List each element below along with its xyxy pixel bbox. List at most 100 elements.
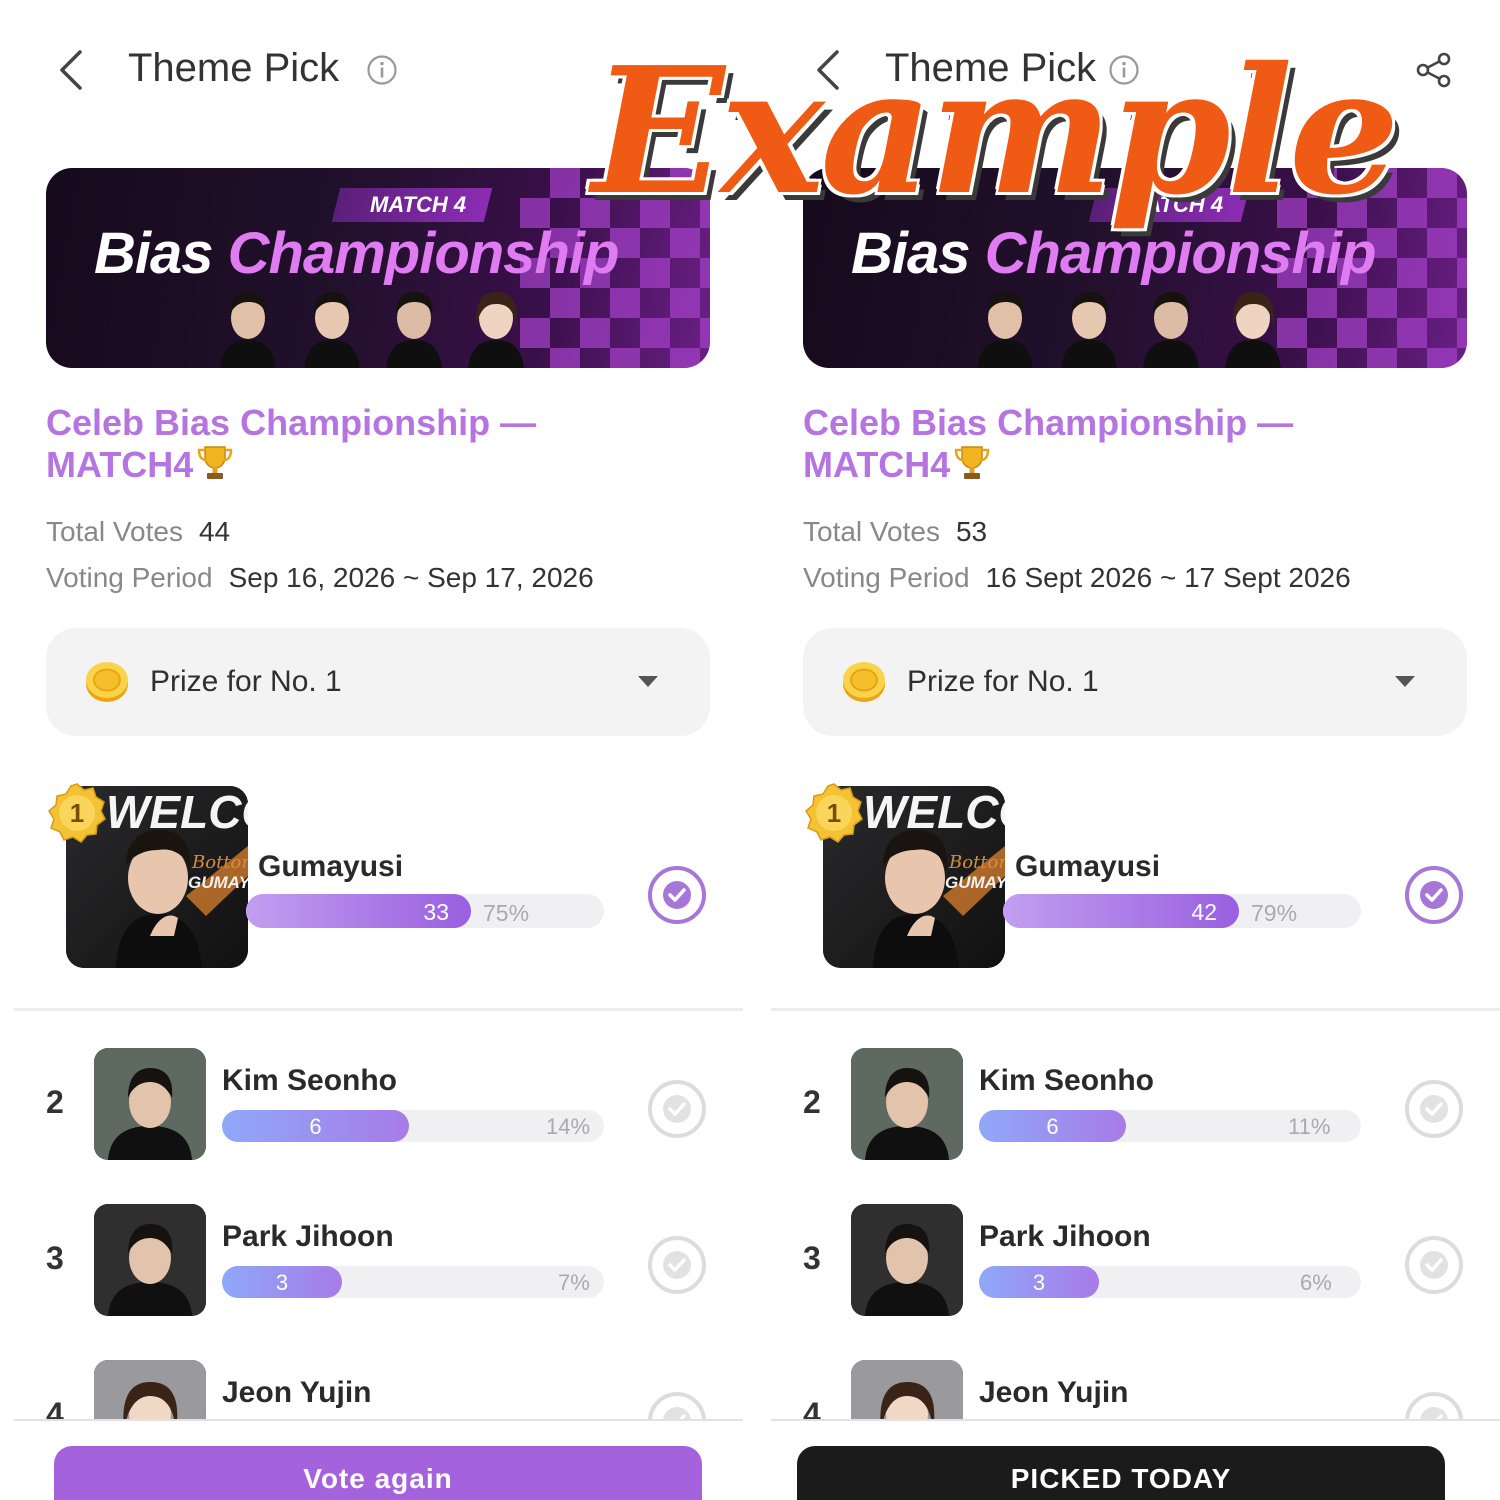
- vote-check-icon[interactable]: [1403, 864, 1465, 926]
- photo-name-caption: GUMAYUSI: [188, 873, 248, 892]
- candidate-name: Jeon Yujin: [222, 1376, 372, 1409]
- rank-number: 2: [803, 1084, 821, 1120]
- banner-faces: [973, 280, 1373, 368]
- total-votes: Total Votes 53: [803, 516, 987, 548]
- picked-today-button[interactable]: PICKED TODAY: [797, 1446, 1445, 1500]
- vote-bar-fill: 6: [979, 1110, 1126, 1142]
- voting-period: Voting Period 16 Sept 2026 ~ 17 Sept 2026: [803, 562, 1351, 594]
- info-icon[interactable]: [366, 54, 398, 86]
- prize-label: Prize for No. 1: [907, 665, 1099, 698]
- page-title: Theme Pick: [128, 46, 340, 90]
- prize-dropdown[interactable]: Prize for No. 1: [46, 628, 710, 736]
- vote-percent: 75%: [483, 900, 530, 926]
- candidate-name: Kim Seonho: [979, 1064, 1155, 1097]
- vote-check-icon[interactable]: [1403, 1078, 1465, 1140]
- welcome-caption: WELCOME: [106, 786, 248, 838]
- vote-percent: 11%: [1288, 1114, 1331, 1139]
- candidate-name: Park Jihoon: [222, 1220, 394, 1253]
- total-votes-value: 53: [955, 516, 988, 547]
- voting-period: Voting Period Sep 16, 2026 ~ Sep 17, 2026: [46, 562, 594, 594]
- banner-title-white: Bias: [94, 221, 228, 286]
- candidate-photo: [851, 1204, 963, 1316]
- medal-rank: 1: [70, 798, 84, 828]
- vote-bar-fill: 3: [222, 1266, 342, 1298]
- trophy-icon: [955, 446, 990, 479]
- rank-number: 3: [803, 1240, 821, 1276]
- event-title: Celeb Bias Championship — MATCH4: [46, 402, 686, 485]
- voting-period-value: 16 Sept 2026 ~ 17 Sept 2026: [985, 562, 1351, 593]
- candidate-photo: [851, 1048, 963, 1160]
- total-votes: Total Votes 44: [46, 516, 230, 548]
- vote-bar: 42: [1003, 894, 1361, 928]
- vote-percent: 14%: [546, 1114, 591, 1139]
- vote-count: 3: [1032, 1270, 1046, 1295]
- prize-label: Prize for No. 1: [150, 665, 342, 698]
- candidate-name: Jeon Yujin: [979, 1376, 1129, 1409]
- candidate-portrait: [94, 1204, 206, 1316]
- total-votes-value: 44: [198, 516, 231, 547]
- candidate-name: Gumayusi: [258, 850, 404, 883]
- gold-medal-icon: 1: [805, 783, 863, 843]
- vote-count: 42: [1191, 899, 1217, 925]
- total-votes-label: Total Votes: [46, 516, 183, 547]
- vote-percent: 6%: [1300, 1270, 1332, 1295]
- voting-period-label: Voting Period: [803, 562, 970, 593]
- voting-period-label: Voting Period: [46, 562, 213, 593]
- event-title-text: Celeb Bias Championship — MATCH4: [46, 402, 537, 485]
- rank-1-row: WELCOME Bottom GUMAYUSI 1 Gumayusi 33: [0, 780, 743, 980]
- gold-medal-icon: 1: [48, 783, 106, 843]
- banner-title: Bias Championship: [94, 220, 620, 287]
- candidate-photo: [94, 1048, 206, 1160]
- vote-check-icon[interactable]: [1403, 1234, 1465, 1296]
- rank-2-row: 2 Kim Seonho 6 11%: [757, 1048, 1500, 1168]
- vote-count: 6: [1046, 1114, 1059, 1139]
- vote-bar: 3: [222, 1266, 604, 1298]
- share-icon[interactable]: [1414, 50, 1454, 90]
- banner-title-pink: Championship: [227, 221, 620, 286]
- section-divider: [771, 1008, 1500, 1011]
- rank-number: 3: [46, 1240, 64, 1276]
- event-title: Celeb Bias Championship — MATCH4: [803, 402, 1443, 485]
- candidate-photo: [94, 1204, 206, 1316]
- photo-name-caption: GUMAYUSI: [945, 873, 1005, 892]
- candidate-name: Gumayusi: [1015, 850, 1161, 883]
- vote-count: 33: [423, 899, 449, 925]
- vote-bar-fill: 42: [1003, 894, 1239, 928]
- example-watermark: Example: [592, 30, 1400, 234]
- back-chevron-icon[interactable]: [52, 48, 92, 92]
- medal-rank: 1: [827, 798, 841, 828]
- vote-check-icon[interactable]: [646, 864, 708, 926]
- banner-face: [977, 292, 1033, 368]
- event-title-text: Celeb Bias Championship — MATCH4: [803, 402, 1294, 485]
- banner-face: [1143, 292, 1199, 368]
- prize-dropdown[interactable]: Prize for No. 1: [803, 628, 1467, 736]
- vote-count: 6: [309, 1114, 322, 1139]
- caret-down-icon: [1395, 676, 1415, 687]
- rank-2-row: 2 Kim Seonho 6 14%: [0, 1048, 743, 1168]
- welcome-caption: WELCOME: [863, 786, 1005, 838]
- vote-check-icon[interactable]: [646, 1078, 708, 1140]
- vote-bar: 33: [246, 894, 604, 928]
- trophy-icon: [198, 446, 233, 479]
- photo-script-caption: Bottom: [191, 852, 248, 873]
- banner-face: [1061, 292, 1117, 368]
- vote-again-button[interactable]: Vote again: [54, 1446, 702, 1500]
- banner-face: [468, 292, 524, 368]
- total-votes-label: Total Votes: [803, 516, 940, 547]
- vote-percent: 79%: [1251, 900, 1298, 926]
- candidate-portrait: [94, 1048, 206, 1160]
- vote-check-icon[interactable]: [646, 1234, 708, 1296]
- vote-count: 3: [275, 1270, 289, 1295]
- rank-3-row: 3 Park Jihoon 3 7%: [0, 1204, 743, 1324]
- vote-percent: 7%: [558, 1270, 590, 1295]
- vote-bar-fill: 33: [246, 894, 471, 928]
- coin-icon: [843, 662, 885, 702]
- banner-face: [386, 292, 442, 368]
- rank-number: 2: [46, 1084, 64, 1120]
- candidate-portrait: [851, 1048, 963, 1160]
- coin-icon: [86, 662, 128, 702]
- banner-face: [1225, 292, 1281, 368]
- caret-down-icon: [638, 676, 658, 687]
- section-divider: [14, 1008, 743, 1011]
- banner-match-tag: MATCH 4: [331, 188, 493, 222]
